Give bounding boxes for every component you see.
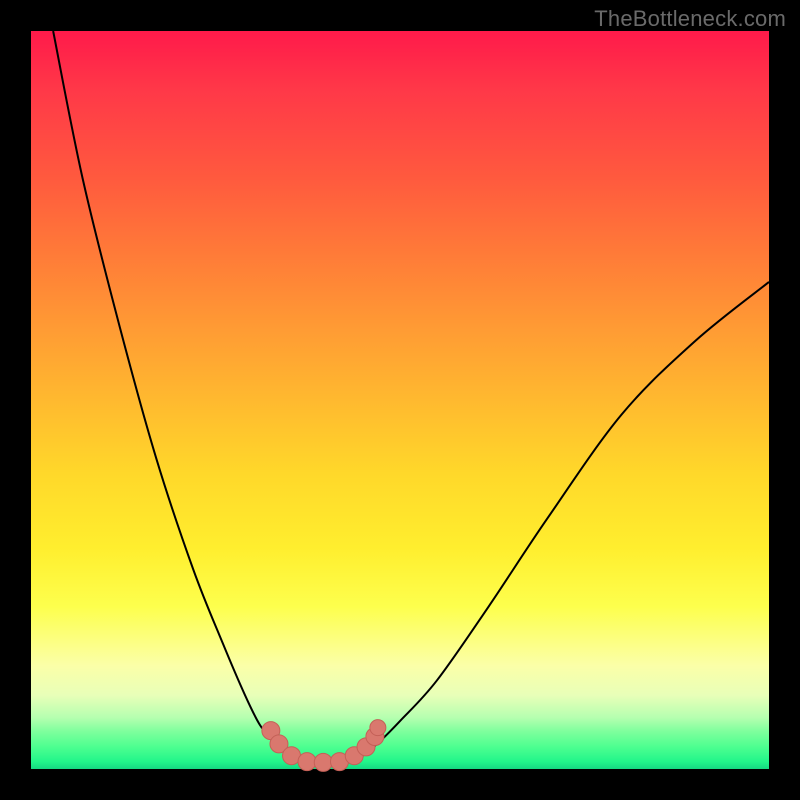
chart-frame: TheBottleneck.com — [0, 0, 800, 800]
marker-layer — [262, 720, 386, 772]
valley-marker — [298, 753, 316, 771]
valley-marker — [314, 753, 332, 771]
curve-layer — [53, 31, 769, 763]
valley-marker — [370, 720, 386, 736]
bottleneck-curve — [53, 31, 769, 763]
chart-svg — [0, 0, 800, 800]
